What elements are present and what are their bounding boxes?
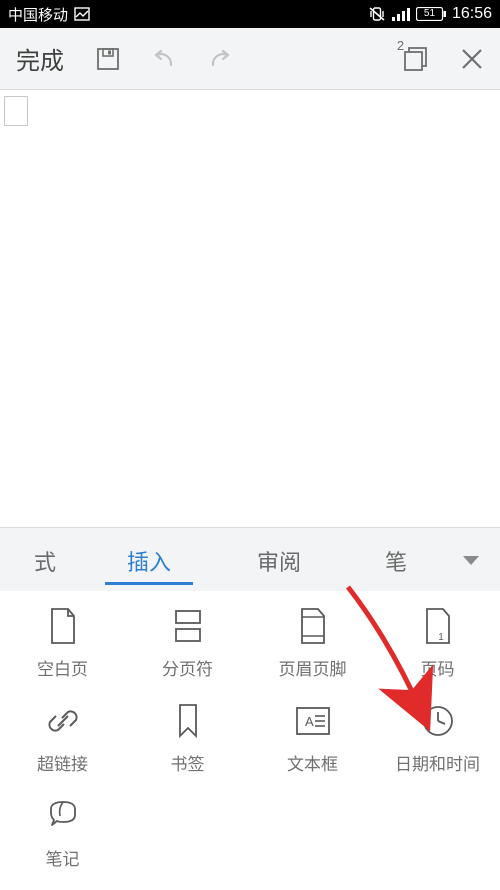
signal-icon [392, 7, 410, 21]
insert-header-footer[interactable]: 页眉页脚 [250, 599, 375, 686]
insert-hyperlink[interactable]: 超链接 [0, 694, 125, 781]
text-box-icon: A [292, 700, 334, 742]
insert-date-time[interactable]: 日期和时间 [375, 694, 500, 781]
save-button[interactable] [80, 28, 136, 90]
tab-pen[interactable]: 笔 [344, 531, 448, 589]
redo-button[interactable] [192, 28, 248, 90]
insert-text-box[interactable]: A 文本框 [250, 694, 375, 781]
ribbon-tabs: 式 插入 审阅 笔 [0, 527, 500, 591]
page-count: 2 [388, 38, 413, 53]
header-footer-icon [292, 605, 334, 647]
battery-level: 51 [416, 7, 443, 21]
page-break-icon [167, 605, 209, 647]
date-time-label: 日期和时间 [395, 750, 480, 775]
empty-cell-1 [125, 789, 250, 876]
tab-review[interactable]: 审阅 [214, 531, 344, 589]
battery-icon: 51 [416, 7, 446, 21]
close-button[interactable] [444, 28, 500, 90]
bookmark-label: 书签 [171, 750, 205, 775]
app-toolbar: 完成 2 [0, 28, 500, 90]
hyperlink-label: 超链接 [37, 750, 88, 775]
link-icon [42, 700, 84, 742]
blank-page-label: 空白页 [37, 655, 88, 680]
empty-cell-3 [375, 789, 500, 876]
empty-cell-2 [250, 789, 375, 876]
header-footer-label: 页眉页脚 [279, 655, 347, 680]
insert-note[interactable]: 笔记 [0, 789, 125, 876]
svg-text:1: 1 [438, 632, 444, 643]
tab-format[interactable]: 式 [6, 531, 84, 589]
page-number-icon: 1 [417, 605, 459, 647]
pages-button[interactable]: 2 [388, 28, 444, 90]
svg-text:A: A [305, 714, 314, 729]
note-icon [42, 795, 84, 837]
document-canvas[interactable] [0, 90, 500, 527]
text-box-label: 文本框 [287, 750, 338, 775]
clock-label: 16:56 [452, 5, 492, 23]
vibrate-icon [368, 6, 386, 22]
page-number-label: 页码 [421, 655, 455, 680]
status-bar: 中国移动 51 16:56 [0, 0, 500, 28]
note-label: 笔记 [46, 845, 80, 870]
tab-insert[interactable]: 插入 [84, 531, 214, 589]
screenshot-icon [74, 7, 90, 21]
page-break-label: 分页符 [162, 655, 213, 680]
undo-button[interactable] [136, 28, 192, 90]
done-button[interactable]: 完成 [0, 41, 80, 76]
blank-page-icon [42, 605, 84, 647]
text-cursor-box [4, 96, 28, 126]
insert-bookmark[interactable]: 书签 [125, 694, 250, 781]
bookmark-icon [167, 700, 209, 742]
insert-page-break[interactable]: 分页符 [125, 599, 250, 686]
insert-panel: 空白页 分页符 页眉页脚 1 页码 超链接 [0, 591, 500, 890]
carrier-label: 中国移动 [8, 4, 68, 25]
tabs-collapse-button[interactable] [448, 554, 494, 566]
insert-blank-page[interactable]: 空白页 [0, 599, 125, 686]
clock-icon [417, 700, 459, 742]
insert-page-number[interactable]: 1 页码 [375, 599, 500, 686]
